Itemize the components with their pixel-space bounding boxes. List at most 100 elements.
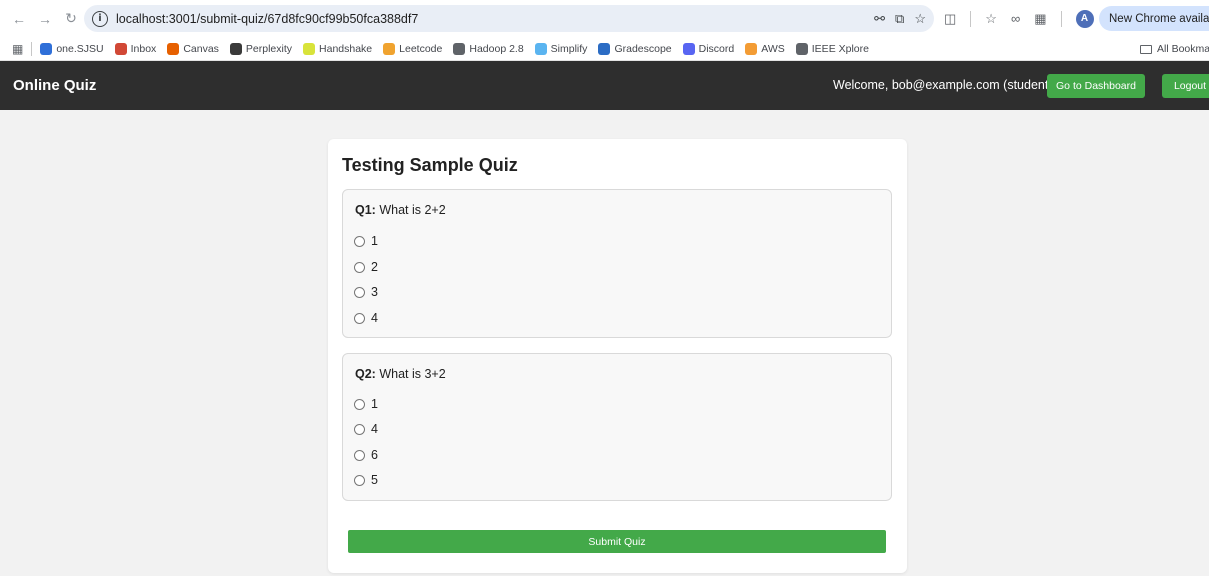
answer-option[interactable]: 1: [354, 234, 378, 248]
canvas-icon: [167, 42, 180, 55]
answer-option[interactable]: 6: [354, 448, 378, 462]
discord-icon: [682, 42, 695, 55]
bookmark-item[interactable]: Handshake: [303, 42, 373, 55]
handshake-icon: [303, 42, 316, 55]
extensions-icon[interactable]: ◫: [944, 11, 956, 27]
quiz-title: Testing Sample Quiz: [342, 155, 518, 175]
question-text: Q2: What is 3+2: [355, 367, 446, 381]
answer-option[interactable]: 4: [354, 422, 378, 436]
bookmark-label: Inbox: [130, 42, 157, 55]
forward-arrow-icon[interactable]: →: [34, 8, 56, 30]
bookmark-item[interactable]: AWS: [745, 42, 785, 55]
profile-avatar[interactable]: A: [1075, 9, 1094, 28]
bookmark-item[interactable]: Canvas: [167, 42, 219, 55]
option-label: 3: [371, 285, 378, 299]
url-text[interactable]: localhost:3001/submit-quiz/67d8fc90cf99b…: [116, 12, 418, 26]
tab-search-icon[interactable]: ▦: [1034, 11, 1046, 27]
logout-button[interactable]: Logout: [1162, 74, 1209, 98]
radio-button[interactable]: [354, 235, 365, 247]
quiz-card: Testing Sample Quiz Q1: What is 2+2 1 2 …: [328, 139, 907, 573]
radio-button[interactable]: [354, 474, 365, 486]
toolbar-divider: [970, 10, 972, 27]
question-number: Q2:: [355, 367, 376, 381]
app-brand[interactable]: Online Quiz: [13, 61, 96, 110]
bookmark-label: Handshake: [319, 42, 373, 55]
bookmarks-divider: [31, 41, 33, 56]
question-text: Q1: What is 2+2: [355, 203, 446, 217]
simplify-icon: [534, 42, 547, 55]
submit-quiz-button[interactable]: Submit Quiz: [348, 530, 886, 553]
chrome-update-button[interactable]: New Chrome available: [1099, 6, 1209, 31]
bookmark-label: Perplexity: [245, 42, 293, 55]
gradescope-icon: [598, 42, 611, 55]
bookmark-item[interactable]: Leetcode: [383, 42, 443, 55]
option-label: 4: [371, 311, 378, 325]
question-card: Q1: What is 2+2 1 2 3 4: [342, 189, 892, 338]
bookmark-item[interactable]: Discord: [682, 42, 735, 55]
bookmark-item[interactable]: Simplify: [534, 42, 588, 55]
answer-option[interactable]: 3: [354, 285, 378, 299]
leetcode-icon: [383, 42, 396, 55]
star-bookmark-icon[interactable]: ☆: [914, 11, 926, 27]
bookmark-label: Canvas: [183, 42, 219, 55]
question-prompt: What is 3+2: [379, 367, 446, 381]
answer-option[interactable]: 1: [354, 397, 378, 411]
option-label: 1: [371, 397, 378, 411]
app-navbar: Online Quiz Welcome, bob@example.com (st…: [0, 61, 1209, 110]
bookmark-item[interactable]: Hadoop 2.8: [453, 42, 524, 55]
cast-icon[interactable]: ⧉: [895, 11, 904, 27]
all-bookmarks-button[interactable]: All Bookmarks: [1130, 37, 1209, 61]
option-label: 1: [371, 234, 378, 248]
option-label: 4: [371, 422, 378, 436]
bookmark-label: IEEE Xplore: [811, 42, 869, 55]
bookmark-label: Discord: [698, 42, 735, 55]
option-label: 2: [371, 260, 378, 274]
question-number: Q1:: [355, 203, 376, 217]
question-card: Q2: What is 3+2 1 4 6 5: [342, 353, 892, 501]
radio-button[interactable]: [354, 423, 365, 435]
toolbar-divider: [1060, 10, 1062, 27]
radio-button[interactable]: [354, 286, 365, 298]
bookmark-label: Gradescope: [614, 42, 672, 55]
bookmark-item[interactable]: one.SJSU: [40, 42, 104, 55]
bookmark-item[interactable]: IEEE Xplore: [795, 42, 869, 55]
address-bar[interactable]: i localhost:3001/submit-quiz/67d8fc90cf9…: [84, 5, 934, 32]
bookmark-label: AWS: [761, 42, 785, 55]
browser-toolbar: ← → ↻ i localhost:3001/submit-quiz/67d8f…: [0, 0, 1209, 37]
aws-icon: [745, 42, 758, 55]
go-to-dashboard-button[interactable]: Go to Dashboard: [1047, 74, 1145, 98]
radio-button[interactable]: [354, 261, 365, 273]
radio-button[interactable]: [354, 449, 365, 461]
bookmark-label: one.SJSU: [56, 42, 104, 55]
reload-icon[interactable]: ↻: [60, 8, 82, 30]
apps-grid-icon[interactable]: ▦: [12, 42, 23, 56]
option-label: 6: [371, 448, 378, 462]
bookmark-label: Simplify: [550, 42, 588, 55]
option-label: 5: [371, 473, 378, 487]
radio-button[interactable]: [354, 398, 365, 410]
back-arrow-icon[interactable]: ←: [8, 8, 30, 30]
bookmark-label: Hadoop 2.8: [469, 42, 524, 55]
bookmark-label: Leetcode: [399, 42, 443, 55]
folder-icon: [1140, 44, 1152, 54]
welcome-text: Welcome, bob@example.com (student): [833, 78, 1053, 92]
sjsu-icon: [40, 42, 53, 55]
password-key-icon[interactable]: ⚯: [874, 11, 885, 27]
globe-icon: [795, 42, 808, 55]
reading-list-icon[interactable]: ☆: [985, 11, 997, 27]
gmail-icon: [114, 42, 127, 55]
perplexity-icon: [229, 42, 242, 55]
link-icon[interactable]: ∞: [1011, 11, 1020, 26]
bookmarks-bar: ▦ one.SJSU Inbox Canvas Perplexity Handshake…: [0, 37, 1209, 61]
site-info-icon[interactable]: i: [92, 10, 108, 27]
bookmark-list: one.SJSU Inbox Canvas Perplexity Handshake Le…: [40, 42, 880, 55]
bookmark-item[interactable]: Gradescope: [598, 42, 672, 55]
bookmark-item[interactable]: Perplexity: [229, 42, 293, 55]
radio-button[interactable]: [354, 312, 365, 324]
answer-option[interactable]: 5: [354, 473, 378, 487]
answer-option[interactable]: 4: [354, 311, 378, 325]
all-bookmarks-label: All Bookmarks: [1157, 43, 1209, 55]
answer-option[interactable]: 2: [354, 260, 378, 274]
bookmark-item[interactable]: Inbox: [114, 42, 157, 55]
globe-icon: [453, 42, 466, 55]
